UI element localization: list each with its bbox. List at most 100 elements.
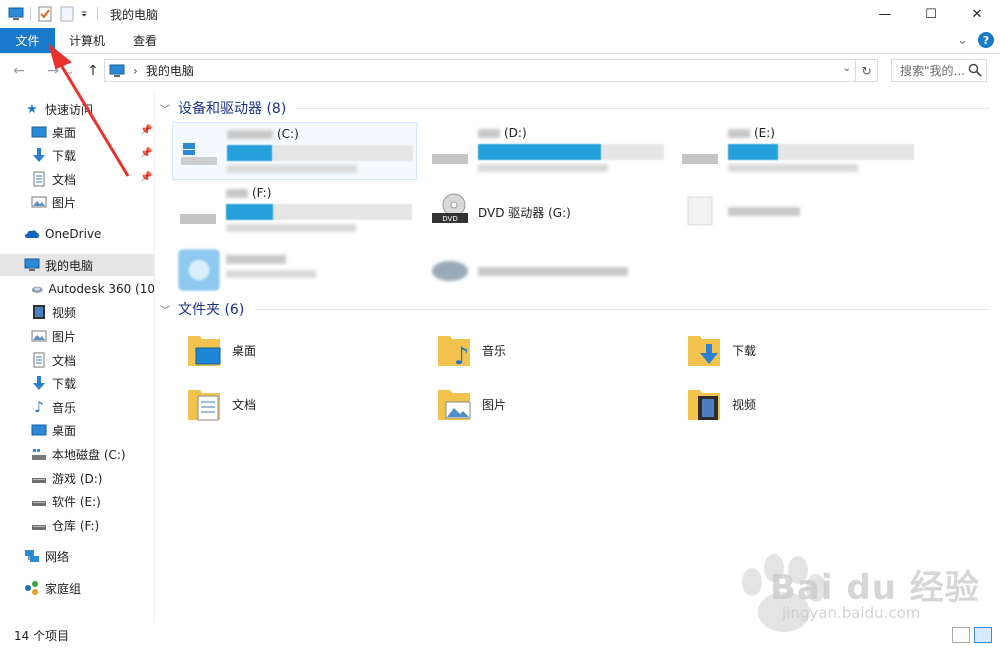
pin-icon[interactable]: 📌 bbox=[140, 148, 152, 159]
sidebar-item-autodesk[interactable]: Autodesk 360 (10 bbox=[0, 278, 154, 300]
sidebar-item-this-pc[interactable]: 我的电脑 bbox=[0, 254, 154, 276]
customize-toolbar-icon[interactable] bbox=[81, 6, 91, 22]
sidebar-item-music[interactable]: ♪ 音乐 bbox=[0, 396, 154, 418]
expand-ribbon-icon[interactable]: ⌄ bbox=[957, 33, 968, 48]
address-bar[interactable]: › 我的电脑 ⌄ ↻ bbox=[104, 59, 878, 82]
properties-icon[interactable] bbox=[37, 6, 53, 22]
drive-name: (C:) bbox=[227, 127, 299, 141]
network-device-icon bbox=[432, 261, 468, 281]
back-button[interactable]: ← bbox=[8, 60, 30, 82]
desktop-icon bbox=[31, 126, 47, 138]
computer-icon[interactable] bbox=[8, 6, 24, 22]
folder-label: 下载 bbox=[732, 343, 757, 358]
star-icon: ★ bbox=[26, 101, 38, 117]
address-dropdown-icon[interactable]: ⌄ bbox=[843, 63, 851, 74]
collapse-chevron-icon[interactable]: ﹀ bbox=[160, 101, 170, 116]
tab-computer[interactable]: 计算机 bbox=[55, 28, 119, 53]
folder-documents[interactable]: 文档 bbox=[164, 384, 404, 424]
folder-desktop[interactable]: 桌面 bbox=[164, 330, 404, 370]
sidebar-item-desktop-pc[interactable]: 桌面 bbox=[0, 419, 154, 441]
new-folder-icon[interactable] bbox=[59, 6, 75, 22]
minimize-button[interactable]: — bbox=[862, 0, 908, 28]
sidebar-item-quick-access[interactable]: ★ 快速访问 bbox=[0, 98, 154, 120]
drive-name: (F:) bbox=[226, 186, 271, 200]
sidebar-item-label: 文档 bbox=[52, 353, 77, 368]
pin-icon[interactable]: 📌 bbox=[140, 172, 152, 183]
drive-tile-f[interactable]: (F:) bbox=[172, 182, 417, 240]
sidebar-item-label: 软件 (E:) bbox=[52, 494, 101, 509]
group-header-drives[interactable]: ﹀ 设备和驱动器 (8) bbox=[160, 98, 990, 118]
folder-pictures[interactable]: 图片 bbox=[414, 384, 654, 424]
sidebar-item-network[interactable]: 网络 bbox=[0, 545, 154, 567]
tab-view[interactable]: 查看 bbox=[119, 28, 171, 53]
system-drive-icon bbox=[32, 449, 46, 460]
search-icon[interactable] bbox=[968, 63, 982, 77]
media-device-icon bbox=[178, 249, 220, 291]
drive-icon bbox=[32, 501, 46, 506]
help-icon[interactable]: ? bbox=[978, 32, 994, 48]
sidebar-item-onedrive[interactable]: OneDrive bbox=[0, 223, 154, 245]
sidebar-item-pictures-pc[interactable]: 图片 bbox=[0, 325, 154, 347]
drive-name: (D:) bbox=[478, 126, 527, 140]
tiles-view-button[interactable] bbox=[974, 627, 992, 643]
drive-name bbox=[226, 252, 290, 266]
sidebar-item-drive-f[interactable]: 仓库 (F:) bbox=[0, 514, 154, 536]
tab-file[interactable]: 文件 bbox=[0, 28, 55, 53]
drive-usage-bar bbox=[478, 144, 664, 160]
group-title: 文件夹 (6) bbox=[178, 302, 245, 318]
drive-tile-d[interactable]: (D:) bbox=[424, 122, 669, 180]
group-header-folders[interactable]: ﹀ 文件夹 (6) bbox=[160, 299, 990, 319]
address-row: ← → ⌄ ↑ › 我的电脑 ⌄ ↻ 搜索"我的... bbox=[0, 55, 1000, 87]
sidebar-item-drive-c[interactable]: 本地磁盘 (C:) bbox=[0, 443, 154, 465]
device-tile-blurred-2[interactable] bbox=[172, 242, 417, 300]
drive-free-space bbox=[226, 224, 356, 232]
refresh-button[interactable]: ↻ bbox=[855, 60, 877, 81]
folder-downloads[interactable]: 下载 bbox=[664, 330, 904, 370]
drive-tile-e[interactable]: (E:) bbox=[674, 122, 919, 180]
svg-text:♪: ♪ bbox=[454, 342, 469, 370]
drive-free-space bbox=[728, 164, 858, 172]
maximize-button[interactable]: ☐ bbox=[908, 0, 954, 28]
sidebar-item-drive-d[interactable]: 游戏 (D:) bbox=[0, 467, 154, 489]
breadcrumb-this-pc[interactable]: 我的电脑 bbox=[146, 62, 194, 79]
folder-videos[interactable]: 视频 bbox=[664, 384, 904, 424]
breadcrumb-separator[interactable]: › bbox=[133, 64, 138, 78]
sidebar-item-downloads[interactable]: 下载 📌 bbox=[0, 144, 154, 166]
status-bar: 14 个项目 bbox=[0, 622, 1000, 648]
sidebar-item-documents-pc[interactable]: 文档 bbox=[0, 349, 154, 371]
up-button[interactable]: ↑ bbox=[82, 60, 104, 82]
close-button[interactable]: ✕ bbox=[954, 0, 1000, 28]
collapse-chevron-icon[interactable]: ﹀ bbox=[160, 302, 170, 317]
device-tile-blurred-3[interactable] bbox=[424, 242, 669, 300]
drive-tile-c[interactable]: (C:) bbox=[172, 122, 417, 180]
pin-icon[interactable]: 📌 bbox=[140, 125, 152, 136]
desktop-icon bbox=[31, 424, 47, 436]
sidebar-item-videos[interactable]: 视频 bbox=[0, 301, 154, 323]
sidebar-item-label: OneDrive bbox=[45, 227, 102, 241]
sidebar-item-label: 文档 bbox=[52, 172, 77, 187]
drive-name: DVD 驱动器 (G:) bbox=[478, 206, 571, 220]
documents-folder-icon bbox=[188, 390, 220, 421]
forward-button[interactable]: → bbox=[42, 60, 64, 82]
content-pane: ﹀ 设备和驱动器 (8) (C:) (D:) (E:) (F:) DVD DVD… bbox=[160, 92, 990, 622]
group-divider bbox=[254, 308, 990, 310]
sidebar-item-drive-e[interactable]: 软件 (E:) bbox=[0, 490, 154, 512]
details-view-button[interactable] bbox=[952, 627, 970, 643]
search-input[interactable]: 搜索"我的... bbox=[891, 59, 987, 82]
sidebar-item-label: 网络 bbox=[45, 549, 70, 564]
drive-usage-fill bbox=[478, 144, 601, 160]
sidebar-item-documents[interactable]: 文档 📌 bbox=[0, 168, 154, 190]
video-icon bbox=[33, 305, 45, 319]
sidebar-item-desktop[interactable]: 桌面 📌 bbox=[0, 121, 154, 143]
recent-locations-button[interactable]: ⌄ bbox=[64, 60, 76, 82]
sidebar-item-pictures[interactable]: 图片 bbox=[0, 191, 154, 213]
network-icon bbox=[25, 550, 39, 562]
sidebar-item-homegroup[interactable]: 家庭组 bbox=[0, 577, 154, 599]
folder-music[interactable]: ♪ 音乐 bbox=[414, 330, 654, 370]
desktop-folder-icon bbox=[188, 336, 221, 366]
drive-tile-dvd[interactable]: DVD DVD 驱动器 (G:) bbox=[424, 182, 669, 240]
device-tile-blurred-1[interactable] bbox=[674, 182, 919, 240]
sidebar-item-downloads-pc[interactable]: 下载 bbox=[0, 372, 154, 394]
ribbon-right-controls: ⌄ ? bbox=[957, 32, 994, 48]
download-icon bbox=[33, 148, 45, 162]
